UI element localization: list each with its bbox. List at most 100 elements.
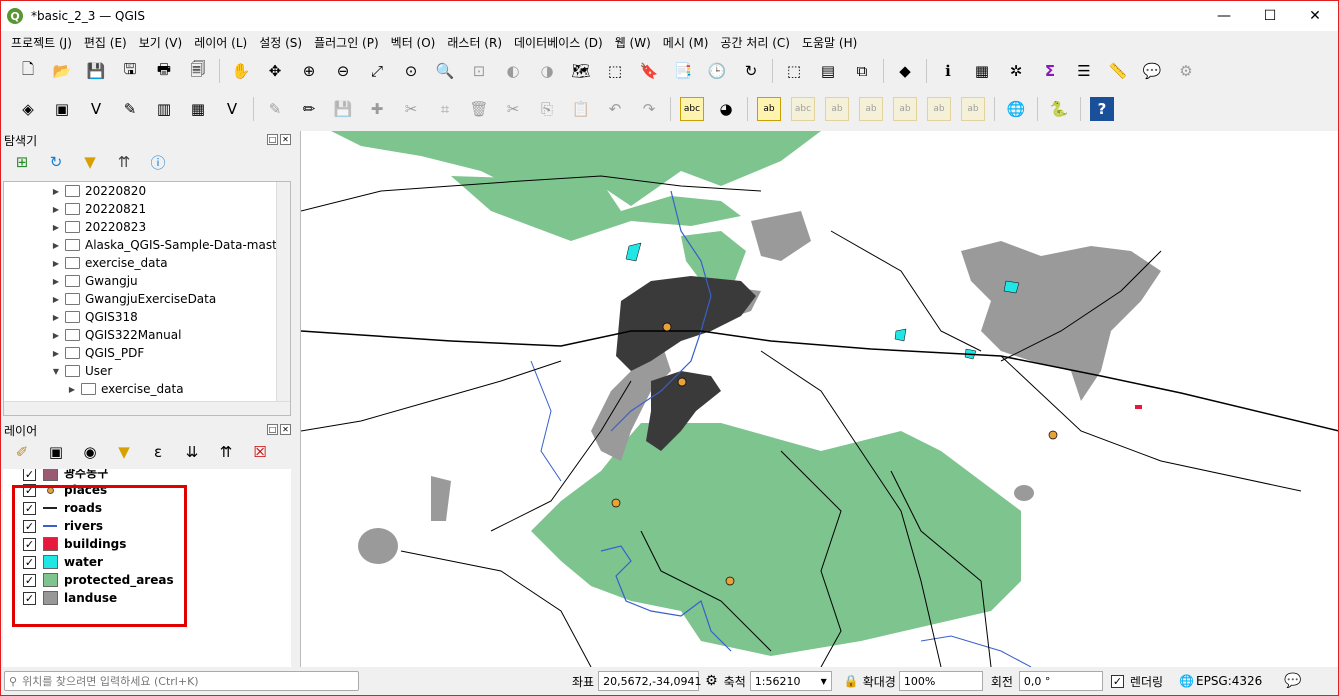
browser-item[interactable]: ▶ 20220823	[4, 218, 290, 236]
label-highlight-icon[interactable]: ab	[825, 97, 849, 121]
float-panel-icon[interactable]: □	[267, 134, 278, 145]
annotation-icon[interactable]: 💬	[1140, 59, 1164, 83]
close-panel-icon[interactable]: ✕	[280, 424, 291, 435]
remove-layer-icon[interactable]: ☒	[248, 440, 272, 464]
help-icon[interactable]: ?	[1090, 97, 1114, 121]
menu-item-12[interactable]: 도움말 (H)	[796, 34, 863, 51]
expand-all-icon[interactable]: ⇊	[180, 440, 204, 464]
label-rotate-icon[interactable]: ab	[927, 97, 951, 121]
browser-item[interactable]: ▶ QGIS318	[4, 308, 290, 326]
browser-item[interactable]: ▶ QGIS_PDF	[4, 344, 290, 362]
splitter[interactable]	[293, 131, 300, 667]
chevron-right-icon[interactable]: ▶	[50, 223, 62, 232]
add-group-icon[interactable]: ▣	[44, 440, 68, 464]
browser-item[interactable]: ▶ GwangjuExerciseData	[4, 290, 290, 308]
label-tool-icon[interactable]: abc	[680, 97, 704, 121]
new-project-icon[interactable]: 🗋	[16, 59, 40, 83]
menu-item-10[interactable]: 메시 (M)	[657, 34, 715, 51]
zoom-native-icon[interactable]: ⊡	[467, 59, 491, 83]
print-layout-icon[interactable]: 🖶	[152, 59, 176, 83]
menu-item-5[interactable]: 플러그인 (P)	[308, 34, 385, 51]
paste-features-icon[interactable]: 📋	[569, 97, 593, 121]
menu-item-8[interactable]: 데이터베이스 (D)	[508, 34, 609, 51]
show-bookmarks-icon[interactable]: 📑	[671, 59, 695, 83]
collapse-all-icon[interactable]: ⇈	[214, 440, 238, 464]
browser-item[interactable]: ▶ QGIS322Manual	[4, 326, 290, 344]
label-layer-icon[interactable]: ab	[757, 97, 781, 121]
add-raster-layer-icon[interactable]: ▣	[50, 97, 74, 121]
select-location-icon[interactable]: ◆	[893, 59, 917, 83]
menu-item-6[interactable]: 벡터 (O)	[385, 34, 442, 51]
chevron-right-icon[interactable]: ▶	[50, 295, 62, 304]
globe-icon[interactable]: 🌐	[1004, 97, 1028, 121]
crs-label[interactable]: EPSG:4326	[1196, 674, 1262, 688]
chevron-right-icon[interactable]: ▶	[50, 277, 62, 286]
toggle-editing-icon[interactable]: ✏	[297, 97, 321, 121]
layer-item[interactable]: ✓ 광주동구	[3, 469, 291, 481]
zoom-out-icon[interactable]: ⊖	[331, 59, 355, 83]
add-vector-layer-icon[interactable]: ◈	[16, 97, 40, 121]
open-table-icon[interactable]: ☰	[1072, 59, 1096, 83]
label-pin-icon[interactable]: abc	[791, 97, 815, 121]
new-map-view-icon[interactable]: 🗺	[569, 59, 593, 83]
save-as-icon[interactable]: 🖫	[118, 59, 142, 83]
pan-icon[interactable]: ✋	[229, 59, 253, 83]
scale-combobox[interactable]: 1:56210 ▼	[749, 671, 832, 691]
close-button[interactable]: ✕	[1292, 1, 1338, 31]
coord-toggle-icon[interactable]: ⚙	[705, 673, 718, 689]
attribute-table-icon[interactable]: ▦	[970, 59, 994, 83]
menu-item-3[interactable]: 레이어 (L)	[188, 34, 253, 51]
layer-visibility-checkbox[interactable]: ✓	[23, 469, 36, 481]
visibility-icon[interactable]: ◉	[78, 440, 102, 464]
digitize-icon[interactable]: ✎	[118, 97, 142, 121]
browser-item[interactable]: ▶ exercise_data	[4, 380, 290, 398]
digitize-options-icon[interactable]: ⌗	[433, 97, 457, 121]
close-panel-icon[interactable]: ✕	[280, 134, 291, 145]
chevron-right-icon[interactable]: ▶	[50, 241, 62, 250]
maximize-button[interactable]: ☐	[1247, 1, 1293, 31]
browser-item[interactable]: ▼ User	[4, 362, 290, 380]
filter-legend-icon[interactable]: ▼	[112, 440, 136, 464]
zoom-next-icon[interactable]: ◑	[535, 59, 559, 83]
lock-icon[interactable]: 🔒	[844, 674, 859, 688]
redo-icon[interactable]: ↷	[637, 97, 661, 121]
coord-field[interactable]: 20,5672,-34,0941	[598, 671, 702, 691]
new-3d-view-icon[interactable]: ⬚	[603, 59, 627, 83]
menu-item-0[interactable]: 프로젝트 (J)	[5, 34, 78, 51]
browser-item[interactable]: ▶ exercise_data	[4, 254, 290, 272]
minimize-button[interactable]: —	[1201, 1, 1247, 31]
browser-item[interactable]: ▶ 20220820	[4, 182, 290, 200]
chevron-right-icon[interactable]: ▶	[50, 205, 62, 214]
rotation-spinbox[interactable]: 0,0 °	[1018, 671, 1103, 691]
add-spatialite-icon[interactable]: ▥	[152, 97, 176, 121]
add-grid-icon[interactable]: ▦	[186, 97, 210, 121]
zoom-last-icon[interactable]: ◐	[501, 59, 525, 83]
refresh-icon[interactable]: ↻	[44, 150, 68, 174]
pan-to-selection-icon[interactable]: ✥	[263, 59, 287, 83]
map-tips-icon[interactable]: ⚙	[1174, 59, 1198, 83]
add-delimited-text-icon[interactable]: V	[84, 97, 108, 121]
menu-item-7[interactable]: 래스터 (R)	[441, 34, 508, 51]
vertex-tool-icon[interactable]: ✂	[399, 97, 423, 121]
layout-manager-icon[interactable]: 🗐	[186, 59, 210, 83]
menu-item-2[interactable]: 보기 (V)	[133, 34, 188, 51]
label-move-icon[interactable]: ab	[893, 97, 917, 121]
current-edits-icon[interactable]: ✎	[263, 97, 287, 121]
refresh-icon[interactable]: ↻	[739, 59, 763, 83]
browser-item[interactable]: ▶ 20220821	[4, 200, 290, 218]
zoom-to-layer-icon[interactable]: 🔍	[433, 59, 457, 83]
chevron-down-icon[interactable]: ▼	[50, 367, 62, 376]
copy-features-icon[interactable]: ⎘	[535, 97, 559, 121]
render-checkbox[interactable]: ✓	[1110, 674, 1124, 688]
browser-scrollbar[interactable]	[276, 182, 290, 415]
statistics-icon[interactable]: Σ	[1038, 59, 1062, 83]
new-bookmark-icon[interactable]: 🔖	[637, 59, 661, 83]
locator-search[interactable]: ⚲ 위치를 찾으려면 입력하세요 (Ctrl+K)	[4, 671, 359, 691]
properties-icon[interactable]: ⓘ	[146, 150, 170, 174]
menu-item-11[interactable]: 공간 처리 (C)	[714, 34, 796, 51]
temporal-icon[interactable]: 🕒	[705, 59, 729, 83]
measure-icon[interactable]: 📏	[1106, 59, 1130, 83]
chevron-right-icon[interactable]: ▶	[50, 259, 62, 268]
chevron-right-icon[interactable]: ▶	[50, 349, 62, 358]
expression-filter-icon[interactable]: ε	[146, 440, 170, 464]
